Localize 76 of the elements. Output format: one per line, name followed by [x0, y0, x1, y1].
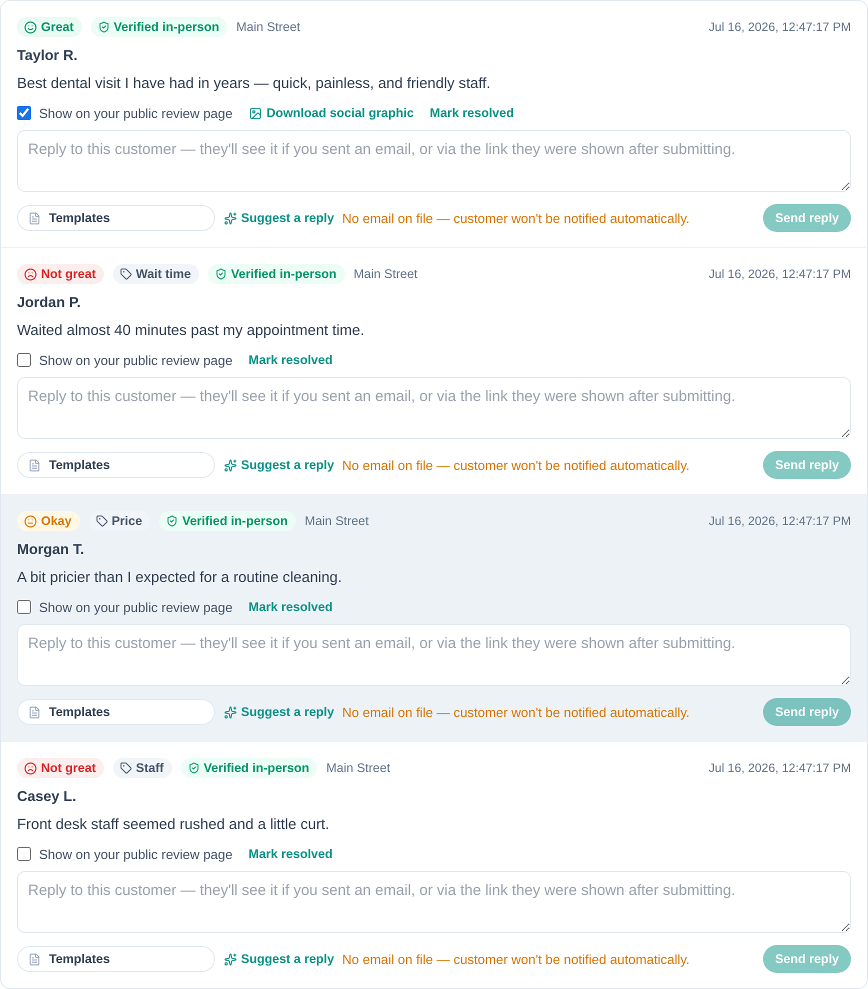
- review-date: Jul 16, 2026, 12:47:17 PM: [708, 514, 851, 528]
- frown-face-icon: [24, 268, 37, 280]
- review-text: Waited almost 40 minutes past my appointment time.: [17, 322, 364, 341]
- verified-badge: Verified in-person: [159, 511, 296, 531]
- public-checkbox[interactable]: [17, 600, 31, 614]
- public-checkbox[interactable]: [17, 847, 31, 861]
- tag-badge: Staff: [112, 758, 172, 778]
- download-graphic-link[interactable]: Download social graphic: [248, 106, 414, 120]
- review-date: Jul 16, 2026, 12:47:17 PM: [708, 20, 851, 34]
- reviewer-name: Jordan P.: [17, 294, 81, 313]
- reply-field[interactable]: Reply to this customer — they'll see it if you sent an email, or via the link they were shown after submitting.: [17, 130, 851, 192]
- verified-badge: Verified in-person: [208, 264, 345, 284]
- neutral-face-icon: [24, 514, 37, 528]
- notice-text: No email on file — customer won't be notified automatically.: [342, 952, 690, 966]
- verified-badge: Verified in-person: [90, 17, 228, 37]
- mark-resolved-link[interactable]: Mark resolved: [430, 106, 514, 120]
- shield-check-icon: [98, 21, 110, 33]
- shield-check-icon: [166, 515, 178, 527]
- document-icon: [28, 952, 41, 966]
- tag-badge: Wait time: [112, 264, 199, 284]
- location-text: Main Street: [354, 267, 418, 281]
- templates-select[interactable]: Templates: [17, 452, 215, 478]
- document-icon: [28, 458, 41, 472]
- public-checkbox[interactable]: [17, 353, 31, 367]
- sentiment-badge: Okay: [17, 511, 80, 531]
- tag-icon: [120, 762, 132, 774]
- review-text: Front desk staff seemed rushed and a little curt.: [17, 816, 330, 835]
- tag-badge: Price: [88, 511, 150, 531]
- review-text: Best dental visit I have had in years — quick, painless, and friendly staff.: [17, 75, 490, 94]
- suggest-reply-button[interactable]: Suggest a reply: [224, 952, 334, 966]
- checkbox-label[interactable]: Show on your public review page: [39, 106, 233, 120]
- tag-icon: [120, 268, 132, 280]
- document-icon: [28, 706, 41, 718]
- checkbox-label[interactable]: Show on your public review page: [39, 846, 233, 862]
- mark-resolved-link[interactable]: Mark resolved: [248, 353, 333, 367]
- location-text: Main Street: [326, 761, 390, 775]
- templates-select[interactable]: Templates: [17, 205, 215, 231]
- reviewer-name: Morgan T.: [17, 541, 84, 560]
- mark-resolved-link[interactable]: Mark resolved: [248, 600, 333, 614]
- review-date: Jul 16, 2026, 12:47:17 PM: [708, 761, 851, 775]
- shield-check-icon: [188, 762, 200, 774]
- reply-field[interactable]: Reply to this customer — they'll see it if you sent an email, or via the link they were shown after submitting.: [17, 624, 851, 686]
- notice-text: No email on file — customer won't be notified automatically.: [342, 704, 690, 720]
- checkbox-label[interactable]: Show on your public review page: [39, 352, 233, 368]
- sentiment-badge: Not great: [17, 264, 104, 284]
- public-checkbox[interactable]: [17, 106, 31, 120]
- suggest-reply-button[interactable]: Suggest a reply: [224, 705, 334, 719]
- document-icon: [28, 212, 41, 224]
- sparkle-icon: [224, 706, 237, 718]
- smiley-face-icon: [24, 20, 37, 34]
- tag-icon: [96, 515, 108, 527]
- notice-text: No email on file — customer won't be notified automatically.: [342, 210, 690, 226]
- sentiment-badge: Great: [17, 17, 82, 37]
- suggest-reply-button[interactable]: Suggest a reply: [224, 458, 334, 472]
- templates-select[interactable]: Templates: [17, 699, 215, 725]
- image-icon: [248, 106, 262, 120]
- templates-select[interactable]: Templates: [17, 946, 215, 972]
- reviewer-name: Taylor R.: [17, 47, 78, 66]
- sparkle-icon: [224, 458, 237, 472]
- sentiment-badge: Not great: [17, 758, 104, 778]
- notice-text: No email on file — customer won't be notified automatically.: [342, 458, 690, 472]
- verified-badge: Verified in-person: [180, 758, 318, 778]
- reply-field[interactable]: Reply to this customer — they'll see it if you sent an email, or via the link they were shown after submitting.: [17, 871, 851, 933]
- review-date: Jul 16, 2026, 12:47:17 PM: [708, 267, 851, 281]
- suggest-reply-button[interactable]: Suggest a reply: [224, 211, 334, 225]
- reviewer-name: Casey L.: [17, 788, 76, 807]
- review-text: A bit pricier than I expected for a routine cleaning.: [17, 569, 342, 588]
- mark-resolved-link[interactable]: Mark resolved: [248, 847, 333, 861]
- shield-check-icon: [214, 268, 227, 280]
- checkbox-label[interactable]: Show on your public review page: [39, 600, 233, 614]
- reply-field[interactable]: Reply to this customer — they'll see it if you sent an email, or via the link they were shown after submitting.: [17, 377, 851, 439]
- sparkle-icon: [224, 212, 237, 224]
- frown-face-icon: [24, 762, 37, 774]
- sparkle-icon: [224, 952, 237, 966]
- location-text: Main Street: [236, 20, 300, 34]
- location-text: Main Street: [304, 514, 369, 528]
